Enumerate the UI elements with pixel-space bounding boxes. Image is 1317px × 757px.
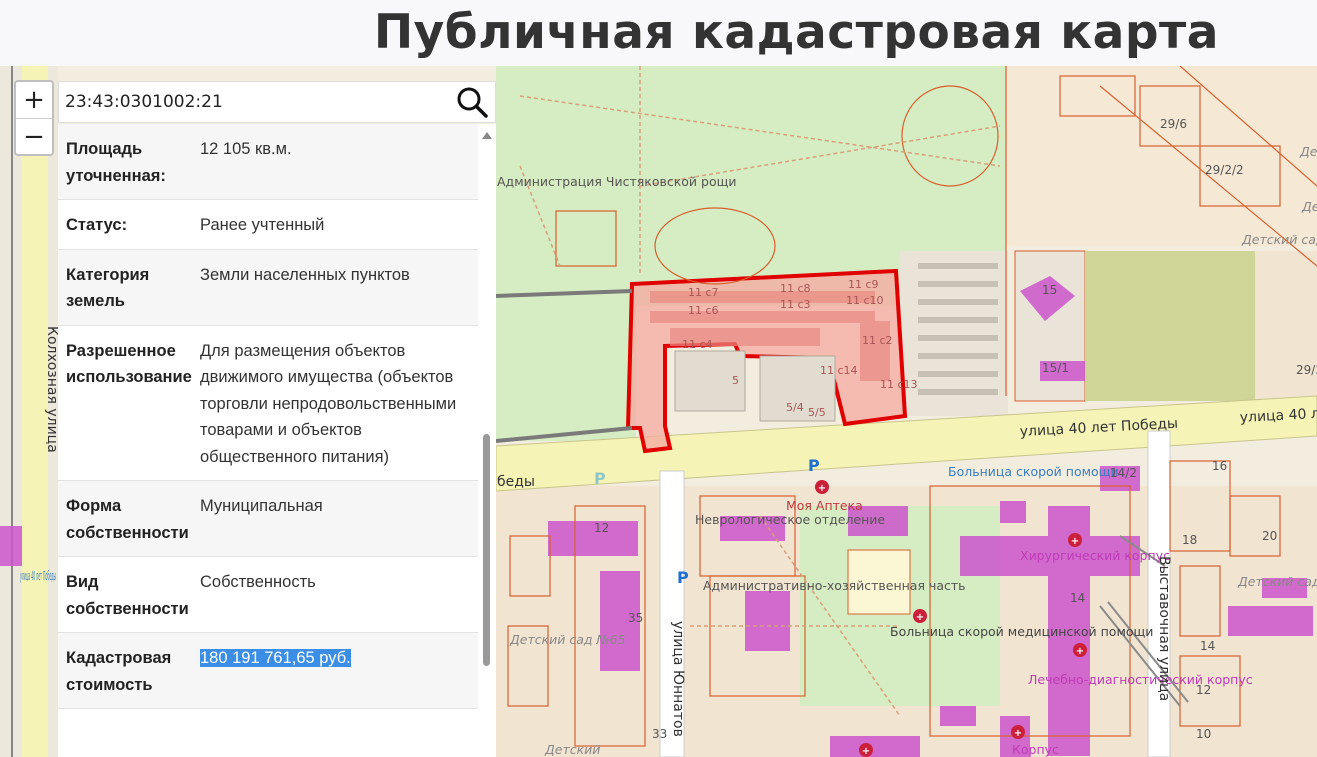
svg-text:+: + xyxy=(1014,728,1022,739)
label-18: 18 xyxy=(1182,533,1197,547)
label-12b: 12 xyxy=(594,521,609,535)
info-label: Категория земель xyxy=(66,265,150,311)
label-5-5: 5/5 xyxy=(808,406,826,419)
info-row-cadastral-value: Кадастровая стоимость 180 191 761,65 руб… xyxy=(58,633,478,709)
svg-text:P: P xyxy=(594,469,606,488)
label-11c8: 11 с8 xyxy=(780,282,811,295)
label-12: 12 xyxy=(1196,683,1211,697)
label-beda: беды xyxy=(497,474,535,490)
parcel-info-table: Площадь уточненная: 12 105 кв.м. Статус:… xyxy=(58,124,478,709)
label-5-4: 5/4 xyxy=(786,401,804,414)
label-11c2: 11 с2 xyxy=(862,334,893,347)
label-11c3: 11 с3 xyxy=(780,298,811,311)
info-value: Собственность xyxy=(200,573,316,591)
info-value: Земли населенных пунктов xyxy=(200,265,410,284)
label-16: 16 xyxy=(1212,459,1227,473)
label-11c6: 11 с6 xyxy=(688,304,719,317)
label-diagnostic: Лечебно-диагностический корпус xyxy=(1028,672,1253,687)
info-value: Ранее учтенный xyxy=(200,216,325,234)
scroll-up-arrow-icon[interactable] xyxy=(482,132,492,139)
label-15-1: 15/1 xyxy=(1042,361,1069,375)
svg-text:+: + xyxy=(1071,536,1079,547)
svg-text:+: + xyxy=(916,612,924,623)
label-29-2-2: 29/2/2 xyxy=(1205,163,1244,177)
info-row-permitted-use: Разрешенное использование Для размещения… xyxy=(58,326,478,481)
search-icon xyxy=(457,87,488,118)
label-de2: Де xyxy=(1301,199,1317,214)
label-admin-part: Административно-хозяйственная часть xyxy=(703,578,966,593)
info-label: Разрешенное использование xyxy=(66,341,192,387)
info-value: 180 191 761,65 руб. xyxy=(200,645,478,698)
info-row-ownership-form: Форма собственности Муниципальная xyxy=(58,481,478,557)
label-20: 20 xyxy=(1262,529,1277,543)
info-value: Муниципальная xyxy=(200,497,323,515)
label-pharmacy: Моя Аптека xyxy=(786,498,863,513)
cadastral-search-input[interactable] xyxy=(59,82,449,122)
cadastral-value-highlighted[interactable]: 180 191 761,65 руб. xyxy=(200,649,351,667)
info-label: Площадь уточненная: xyxy=(66,140,166,185)
parcel-info-panel[interactable]: Площадь уточненная: 12 105 кв.м. Статус:… xyxy=(58,124,496,757)
label-detsky: Детский xyxy=(544,742,600,757)
info-row-area: Площадь уточненная: 12 105 кв.м. xyxy=(58,124,478,200)
label-33: 33 xyxy=(652,727,667,741)
search-box xyxy=(58,81,496,123)
label-11c14: 11 с14 xyxy=(820,364,858,377)
label-11c4: 11 с4 xyxy=(682,338,713,351)
svg-text:+: + xyxy=(1076,646,1084,657)
label-10: 10 xyxy=(1196,727,1211,741)
label-14b: 14 xyxy=(1200,639,1215,653)
zoom-in-button[interactable]: + xyxy=(16,82,52,118)
info-label: Кадастровая стоимость xyxy=(66,649,172,694)
page-title: Публичная кадастровая карта xyxy=(0,0,1317,64)
label-street-yunatov: улица Юннатов xyxy=(670,621,686,737)
label-de: Де xyxy=(1299,144,1317,159)
label-korpus: Корпус xyxy=(1012,742,1059,757)
info-row-status: Статус: Ранее учтенный xyxy=(58,200,478,250)
label-ambulance-a: Больница скорой помощи xyxy=(948,464,1119,479)
info-row-category: Категория земель Земли населенных пункто… xyxy=(58,249,478,326)
info-label: Форма собственности xyxy=(66,497,189,542)
label-surgery: Хирургический корпус xyxy=(1020,548,1170,563)
panel-scrollbar[interactable] xyxy=(481,132,492,752)
svg-text:+: + xyxy=(862,746,870,757)
label-15: 15 xyxy=(1042,283,1057,297)
svg-text:+: + xyxy=(818,483,826,494)
label-admin-grove: Администрация Чистяковской рощи xyxy=(497,174,737,189)
info-label: Статус: xyxy=(66,216,128,234)
label-left-street: улица 40 лет Победы xyxy=(20,569,56,583)
label-11c9: 11 с9 xyxy=(848,278,879,291)
label-street-vystav: Выставочная улица xyxy=(1156,556,1172,701)
search-button[interactable] xyxy=(449,82,495,122)
page: Публичная кадастровая карта + + + + + + … xyxy=(0,0,1317,757)
label-11-13: 11 с13 xyxy=(880,378,918,391)
svg-text:P: P xyxy=(808,456,820,475)
label-29-3: 29/3 xyxy=(1296,363,1317,377)
svg-text:P: P xyxy=(677,568,689,587)
zoom-out-button[interactable]: − xyxy=(16,118,52,154)
label-neuro: Неврологическое отделение xyxy=(695,512,885,527)
label-kindergarten-90: Детский сад №90 xyxy=(1237,574,1317,589)
info-value: Для размещения объектов движимого имущес… xyxy=(200,341,457,466)
label-kindergarten-148: Детский сад №148 xyxy=(1241,232,1317,247)
zoom-control: + − xyxy=(14,80,54,156)
label-kindergarten-65: Детский сад №65 xyxy=(509,632,625,647)
label-5: 5 xyxy=(732,374,739,387)
label-14-2: 14/2 xyxy=(1110,466,1137,480)
label-11c7: 11 с7 xyxy=(688,286,719,299)
label-ambulance-b: Больница скорой медицинской помощи xyxy=(890,624,1153,639)
label-29-6: 29/6 xyxy=(1160,117,1187,131)
info-label: Вид собственности xyxy=(66,573,189,618)
label-11c10: 11 с10 xyxy=(846,294,884,307)
scroll-thumb[interactable] xyxy=(483,434,490,666)
info-row-ownership-type: Вид собственности Собственность xyxy=(58,557,478,633)
label-35: 35 xyxy=(628,611,643,625)
label-14: 14 xyxy=(1070,591,1085,605)
info-value: 12 105 кв.м. xyxy=(200,140,292,158)
